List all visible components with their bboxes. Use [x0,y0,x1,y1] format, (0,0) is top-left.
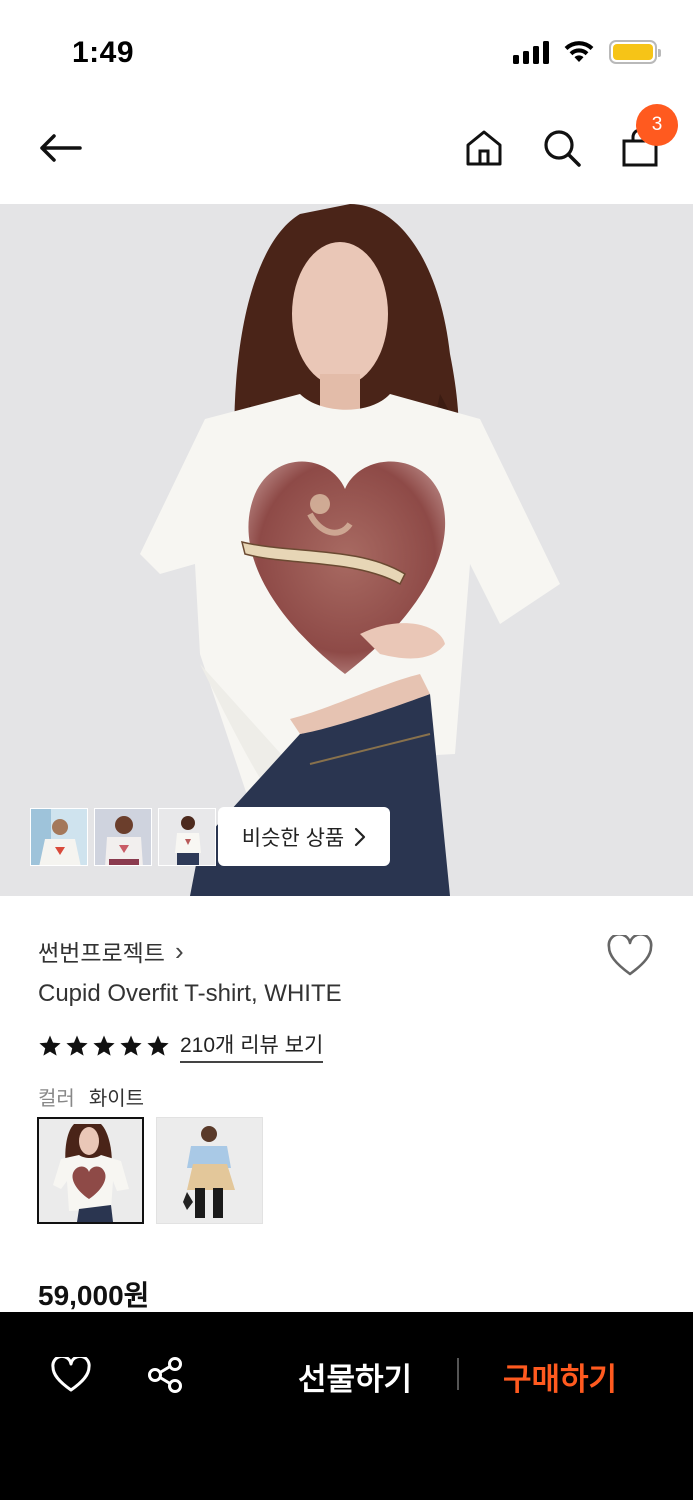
product-price: 59,000원 [38,1280,150,1311]
bottom-divider [457,1358,459,1390]
battery-icon [609,40,661,64]
thumbnail-2[interactable] [94,808,152,866]
search-icon [544,130,581,167]
star-icon [66,1035,88,1056]
home-button[interactable] [456,120,512,176]
product-title: Cupid Overfit T-shirt, WHITE [38,980,342,1007]
top-nav-bar [0,100,693,204]
color-selector-label: 컬러 화이트 [38,1082,144,1111]
star-icon [39,1035,61,1056]
chevron-right-icon [355,827,366,846]
status-icons [513,40,661,64]
similar-products-button[interactable]: 비슷한 상품 [218,807,390,866]
home-icon [466,130,502,166]
thumbnail-1[interactable] [30,808,88,866]
arrow-left-icon [40,134,82,162]
star-icon [93,1035,115,1056]
bottom-wishlist-button[interactable] [46,1350,96,1400]
heart-outline-icon [607,935,653,976]
thumbnail-strip [30,808,216,866]
bottom-action-bar: 선물하기 구매하기 [0,1312,693,1500]
star-icon [120,1035,142,1056]
cart-count-badge: 3 [636,104,678,146]
star-rating [38,1034,170,1058]
brand-name: 썬번프로젝트 [38,940,165,966]
status-time: 1:49 [72,36,135,69]
reviews-link[interactable]: 210개 리뷰 보기 [180,1029,324,1063]
cellular-signal-icon [513,40,549,64]
brand-chevron-icon: › [174,935,184,966]
product-main-image[interactable] [0,204,693,896]
status-bar: 1:49 [0,0,693,100]
gift-button[interactable]: 선물하기 [298,1354,412,1399]
star-icon [147,1035,169,1056]
rating-row: 210개 리뷰 보기 [38,1029,324,1063]
model-photo [140,204,560,896]
heart-icon [51,1357,91,1392]
similar-products-label: 비슷한 상품 [241,826,345,850]
wifi-icon [564,41,594,62]
share-button[interactable] [140,1350,190,1400]
wishlist-button[interactable] [604,930,656,982]
color-swatches [37,1117,263,1224]
share-icon [148,1357,182,1393]
buy-button[interactable]: 구매하기 [503,1354,617,1399]
search-button[interactable] [534,120,590,176]
thumbnail-3[interactable] [158,808,216,866]
color-value: 화이트 [88,1088,145,1110]
swatch-blue[interactable] [156,1117,263,1224]
back-button[interactable] [32,120,88,176]
swatch-white[interactable] [37,1117,144,1224]
color-label: 컬러 [38,1088,75,1110]
brand-link[interactable]: 썬번프로젝트 › [38,934,184,968]
